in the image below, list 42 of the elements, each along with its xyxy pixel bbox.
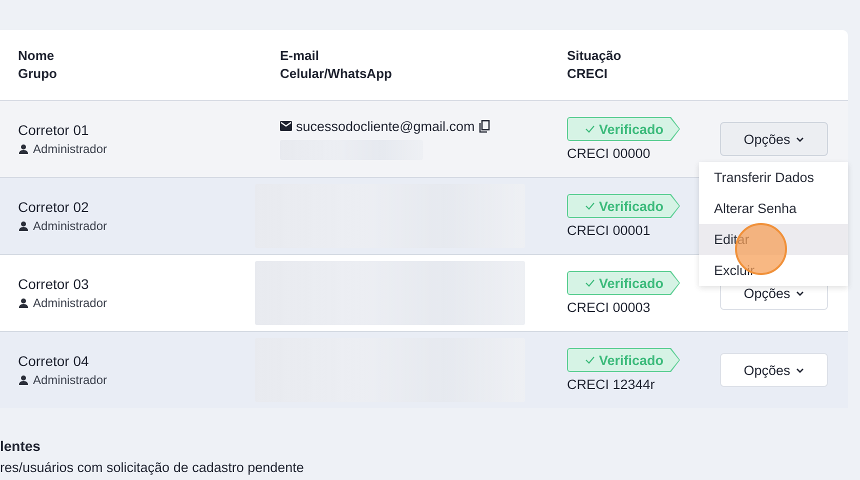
user-name: Corretor 03	[18, 276, 90, 292]
creci-number: CRECI 00003	[567, 300, 652, 315]
check-icon	[585, 125, 595, 133]
copy-icon[interactable]	[478, 120, 490, 132]
check-icon	[585, 356, 595, 364]
user-group: Administrador	[33, 373, 108, 387]
column-header: E-mail	[280, 47, 320, 65]
email-text: sucessodocliente@gmail.com	[296, 118, 475, 134]
person-icon	[18, 375, 29, 385]
column-header: Grupo	[18, 65, 58, 83]
person-icon	[18, 221, 29, 231]
envelope-icon	[280, 121, 292, 131]
person-icon	[18, 298, 29, 308]
user-name: Corretor 01	[18, 122, 90, 138]
options-button[interactable]: Opções	[720, 122, 828, 156]
section-description: res/usuários com solicitação de cadastro pendente	[0, 460, 305, 475]
user-group: Administrador	[33, 296, 108, 310]
user-name: Corretor 04	[18, 353, 90, 369]
column-header: Nome	[18, 47, 56, 65]
menu-item[interactable]: Transferir Dados	[699, 162, 848, 193]
status-badge: Verificado	[567, 271, 680, 295]
status-badge: Verificado	[567, 348, 680, 372]
section-title: lentes	[0, 438, 42, 454]
column-header: CRECI	[567, 65, 608, 83]
user-name: Corretor 02	[18, 199, 90, 215]
status-badge: Verificado	[567, 117, 680, 141]
status-badge: Verificado	[567, 194, 680, 218]
options-button[interactable]: Opções	[720, 353, 828, 387]
chevron-down-icon	[796, 368, 804, 372]
check-icon	[585, 202, 595, 210]
creci-number: CRECI 00001	[567, 223, 652, 238]
person-icon	[18, 144, 29, 154]
creci-number: CRECI 00000	[567, 146, 652, 161]
menu-item[interactable]: Alterar Senha	[699, 193, 848, 224]
user-group: Administrador	[33, 219, 108, 233]
chevron-down-icon	[796, 136, 804, 142]
column-header: Celular/WhatsApp	[280, 65, 393, 83]
user-group: Administrador	[33, 142, 108, 156]
chevron-down-icon	[796, 290, 804, 296]
check-icon	[585, 279, 595, 287]
creci-number: CRECI 12344r	[567, 377, 656, 392]
column-header: Situação	[567, 47, 622, 65]
